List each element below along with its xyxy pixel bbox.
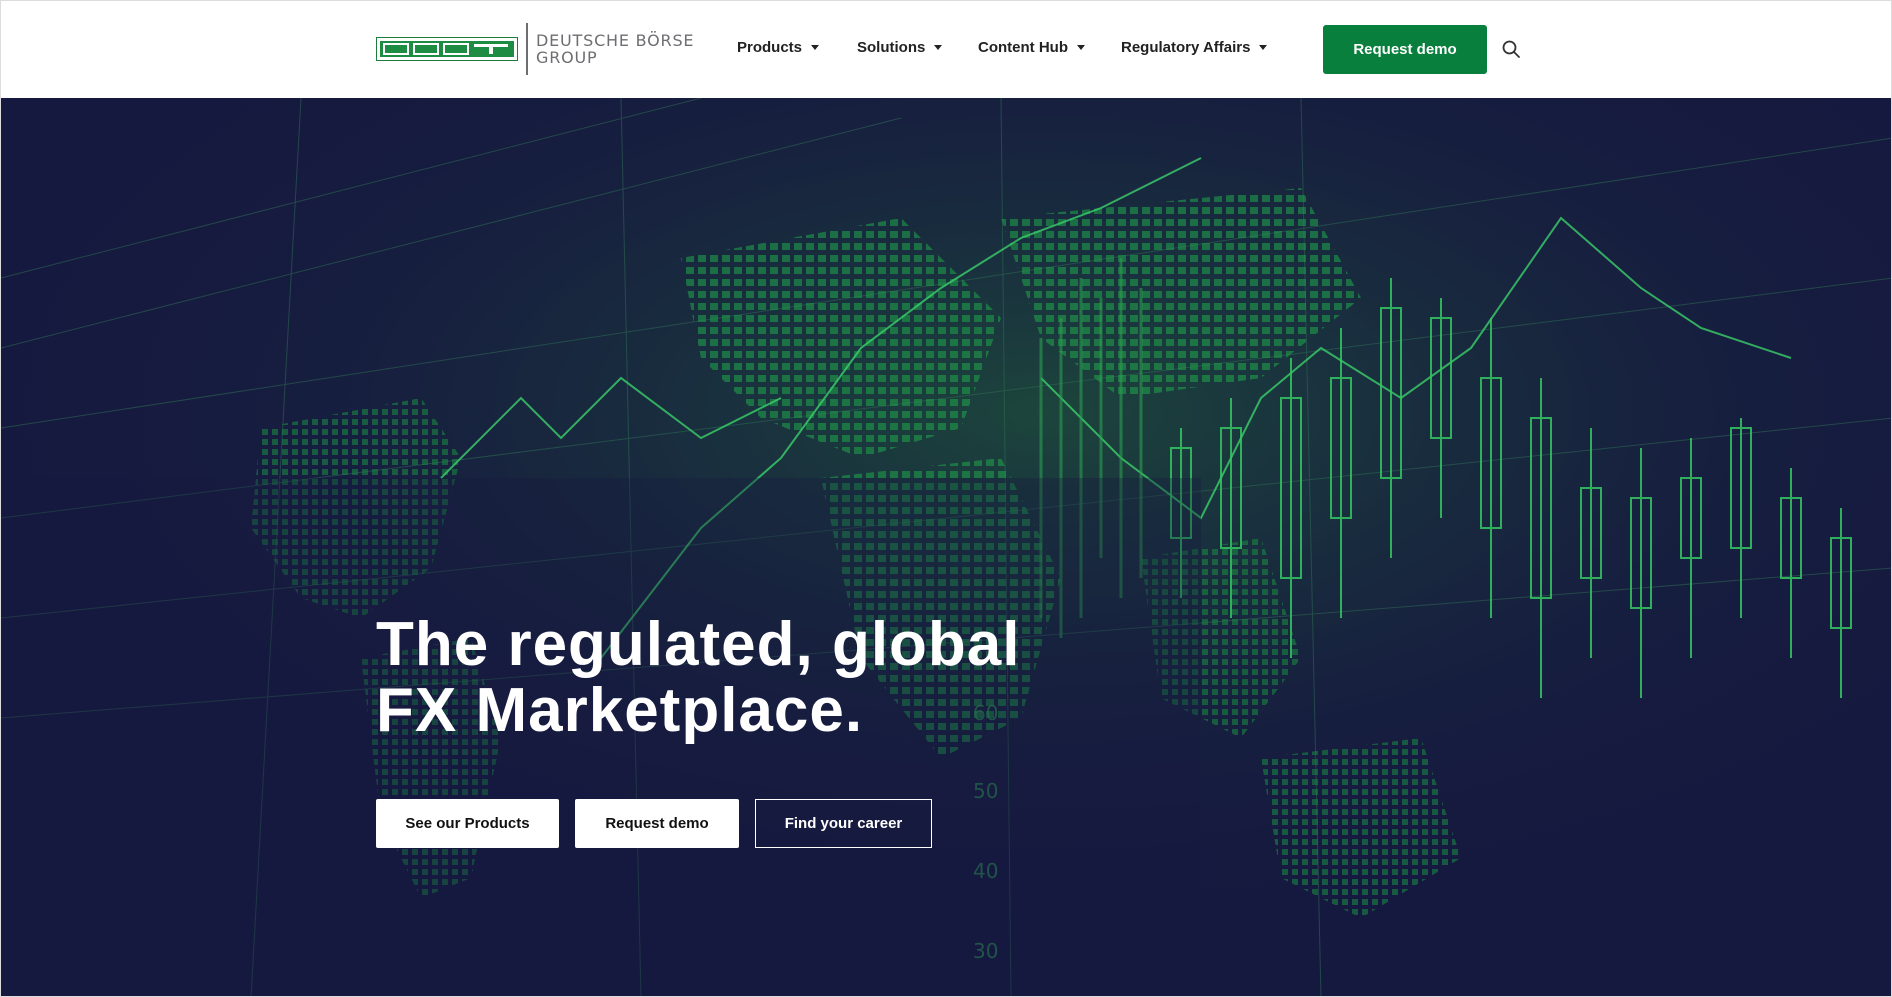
request-demo-button[interactable]: Request demo (1323, 25, 1487, 74)
hero-background-image: 60 50 40 30 (1, 98, 1891, 996)
logo-wordmark: DEUTSCHE BÖRSE GROUP (536, 32, 694, 66)
hero-section: 60 50 40 30 The regulated, global FX Mar… (1, 98, 1891, 996)
caret-down-icon (1076, 45, 1085, 50)
nav-item-solutions[interactable]: Solutions (857, 39, 943, 56)
nav-item-label: Regulatory Affairs (1121, 39, 1251, 56)
caret-down-icon (934, 45, 943, 50)
hero-title: The regulated, global FX Marketplace. (376, 612, 1021, 744)
nav-item-label: Solutions (857, 39, 926, 56)
logo-divider (526, 23, 528, 75)
logo[interactable]: DEUTSCHE BÖRSE GROUP (376, 23, 694, 75)
hero-title-line2: FX Marketplace. (376, 676, 864, 745)
nav-item-content-hub[interactable]: Content Hub (978, 39, 1085, 56)
page: DEUTSCHE BÖRSE GROUP Products Solutions … (0, 0, 1892, 997)
caret-down-icon (811, 45, 820, 50)
nav-item-label: Products (737, 39, 803, 56)
site-header: DEUTSCHE BÖRSE GROUP Products Solutions … (1, 1, 1891, 98)
nav-item-regulatory-affairs[interactable]: Regulatory Affairs (1121, 39, 1268, 56)
request-demo-hero-button[interactable]: Request demo (575, 799, 739, 848)
logo-text-line1: DEUTSCHE BÖRSE (536, 31, 695, 50)
logo-360t-mark (376, 37, 518, 61)
logo-text-line2: GROUP (536, 48, 598, 67)
nav-item-label: Content Hub (978, 39, 1068, 56)
caret-down-icon (1259, 45, 1268, 50)
hero-title-line1: The regulated, global (376, 610, 1021, 679)
see-products-button[interactable]: See our Products (376, 799, 559, 848)
nav-item-products[interactable]: Products (737, 39, 820, 56)
search-icon[interactable] (1501, 39, 1521, 59)
find-career-button[interactable]: Find your career (755, 799, 932, 848)
